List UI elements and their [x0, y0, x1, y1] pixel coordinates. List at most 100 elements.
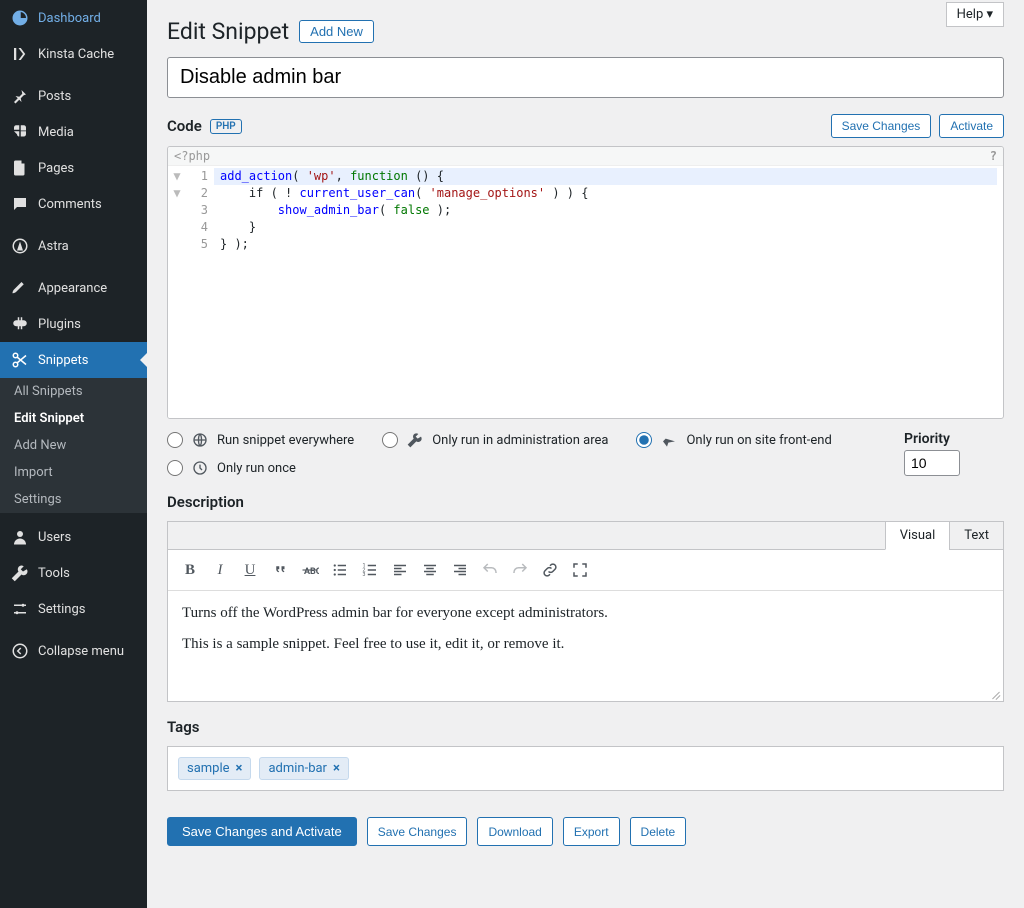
export-button[interactable]: Export: [563, 817, 620, 846]
description-paragraph: Turns off the WordPress admin bar for ev…: [182, 605, 989, 622]
php-badge: PHP: [210, 119, 242, 134]
page-title: Edit Snippet: [167, 18, 289, 45]
tag-pill[interactable]: admin-bar ×: [259, 757, 348, 780]
sidebar-subitem-add-new[interactable]: Add New: [0, 432, 147, 459]
sidebar-item-pages[interactable]: Pages: [0, 150, 147, 186]
align-center-button[interactable]: [416, 556, 444, 584]
sidebar-item-label: Astra: [38, 239, 69, 254]
code-editor[interactable]: <?php ? ▼▼ 12345 add_action( 'wp', funct…: [167, 146, 1004, 419]
tags-box[interactable]: sample × admin-bar ×: [167, 746, 1004, 791]
sidebar-item-tools[interactable]: Tools: [0, 555, 147, 591]
admin-sidebar: Dashboard Kinsta Cache Posts Media Pages: [0, 0, 147, 908]
globe-icon: [191, 431, 209, 449]
dashboard-icon: [10, 8, 30, 28]
svg-text:ABC: ABC: [304, 567, 319, 577]
tag-remove-icon[interactable]: ×: [333, 761, 340, 776]
help-dropdown[interactable]: Help ▾: [946, 2, 1004, 27]
sidebar-item-label: Snippets: [38, 353, 89, 368]
save-changes-button-top[interactable]: Save Changes: [831, 114, 932, 138]
priority-label: Priority: [904, 431, 1004, 447]
sidebar-item-posts[interactable]: Posts: [0, 78, 147, 114]
comments-icon: [10, 194, 30, 214]
sidebar-item-label: Settings: [38, 602, 85, 617]
sidebar-item-users[interactable]: Users: [0, 519, 147, 555]
scope-everywhere[interactable]: Run snippet everywhere: [167, 431, 354, 449]
sidebar-item-astra[interactable]: Astra: [0, 228, 147, 264]
tab-visual[interactable]: Visual: [885, 522, 950, 550]
sidebar-item-media[interactable]: Media: [0, 114, 147, 150]
sidebar-item-label: Pages: [38, 161, 74, 176]
snippet-title-input[interactable]: [167, 57, 1004, 98]
php-open-tag: <?php: [174, 149, 210, 163]
tab-text[interactable]: Text: [949, 522, 1003, 549]
priority-input[interactable]: [904, 450, 960, 476]
tag-label: sample: [187, 761, 230, 776]
underline-button[interactable]: U: [236, 556, 264, 584]
sidebar-item-kinsta-cache[interactable]: Kinsta Cache: [0, 36, 147, 72]
align-right-button[interactable]: [446, 556, 474, 584]
pin-icon: [10, 86, 30, 106]
save-changes-button[interactable]: Save Changes: [367, 817, 468, 846]
redo-button[interactable]: [506, 556, 534, 584]
undo-button[interactable]: [476, 556, 504, 584]
wrench-icon: [406, 431, 424, 449]
collapse-icon: [10, 641, 30, 661]
save-activate-button[interactable]: Save Changes and Activate: [167, 817, 357, 846]
bullet-list-button[interactable]: [326, 556, 354, 584]
add-new-button[interactable]: Add New: [299, 20, 374, 43]
resize-handle[interactable]: [989, 687, 1001, 699]
tag-pill[interactable]: sample ×: [178, 757, 251, 780]
fullscreen-button[interactable]: [566, 556, 594, 584]
sidebar-item-appearance[interactable]: Appearance: [0, 270, 147, 306]
scope-once[interactable]: Only run once: [167, 459, 884, 477]
sidebar-item-label: Appearance: [38, 281, 107, 296]
download-button[interactable]: Download: [477, 817, 552, 846]
sidebar-item-label: Posts: [38, 89, 71, 104]
sidebar-subitem-edit-snippet[interactable]: Edit Snippet: [0, 405, 147, 432]
tag-remove-icon[interactable]: ×: [236, 761, 243, 776]
sidebar-item-snippets[interactable]: Snippets: [0, 342, 147, 378]
scope-label: Only run once: [217, 461, 296, 476]
description-editor: Visual Text B I U ABC 123: [167, 521, 1004, 702]
scope-label: Only run in administration area: [432, 433, 608, 448]
svg-text:3: 3: [363, 572, 366, 578]
scope-admin[interactable]: Only run in administration area: [382, 431, 608, 449]
sidebar-item-plugins[interactable]: Plugins: [0, 306, 147, 342]
numbered-list-button[interactable]: 123: [356, 556, 384, 584]
scope-frontend[interactable]: Only run on site front-end: [636, 431, 831, 449]
kinsta-icon: [10, 44, 30, 64]
wrench-icon: [10, 563, 30, 583]
code-heading: Code: [167, 117, 202, 135]
align-left-button[interactable]: [386, 556, 414, 584]
activate-button[interactable]: Activate: [939, 114, 1004, 138]
sidebar-item-label: Media: [38, 125, 74, 140]
sidebar-item-dashboard[interactable]: Dashboard: [0, 0, 147, 36]
sidebar-subitem-import[interactable]: Import: [0, 459, 147, 486]
description-content[interactable]: Turns off the WordPress admin bar for ev…: [168, 591, 1003, 701]
delete-button[interactable]: Delete: [630, 817, 687, 846]
brush-icon: [10, 278, 30, 298]
user-icon: [10, 527, 30, 547]
sidebar-subitem-settings[interactable]: Settings: [0, 486, 147, 513]
bold-button[interactable]: B: [176, 556, 204, 584]
code-content[interactable]: add_action( 'wp', function () { if ( ! c…: [214, 166, 1003, 418]
strikethrough-button[interactable]: ABC: [296, 556, 324, 584]
tag-label: admin-bar: [268, 761, 327, 776]
pages-icon: [10, 158, 30, 178]
link-button[interactable]: [536, 556, 564, 584]
tags-heading: Tags: [167, 718, 200, 736]
clock-icon: [191, 459, 209, 477]
plugin-icon: [10, 314, 30, 334]
scope-label: Run snippet everywhere: [217, 433, 354, 448]
blockquote-button[interactable]: [266, 556, 294, 584]
media-icon: [10, 122, 30, 142]
sidebar-item-comments[interactable]: Comments: [0, 186, 147, 222]
sidebar-item-label: Tools: [38, 566, 70, 581]
sidebar-item-collapse[interactable]: Collapse menu: [0, 633, 147, 669]
italic-button[interactable]: I: [206, 556, 234, 584]
code-help-icon[interactable]: ?: [990, 149, 997, 163]
sidebar-item-label: Users: [38, 530, 71, 545]
editor-toolbar: B I U ABC 123: [168, 550, 1003, 591]
sidebar-item-admin-settings[interactable]: Settings: [0, 591, 147, 627]
sidebar-subitem-all-snippets[interactable]: All Snippets: [0, 378, 147, 405]
